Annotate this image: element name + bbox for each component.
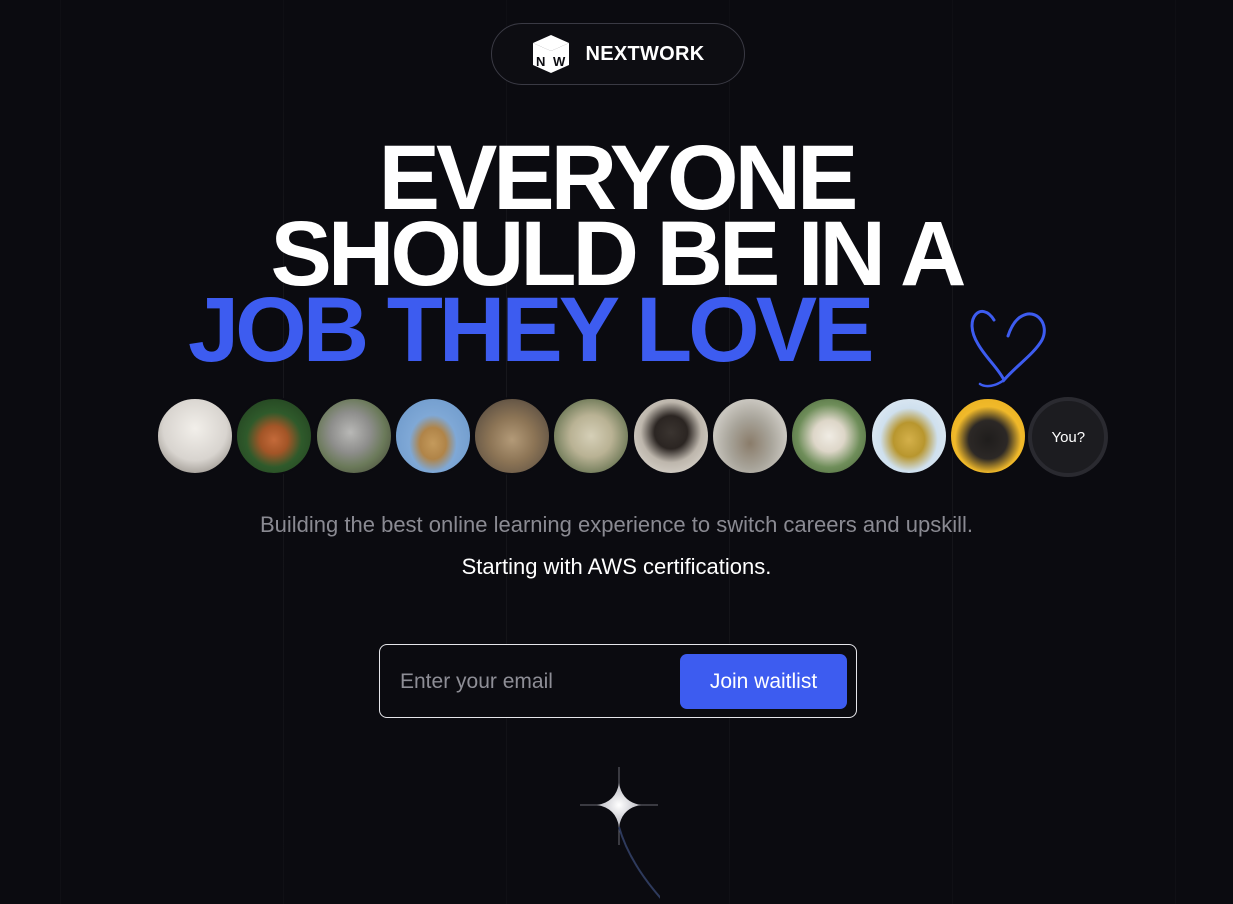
logo-letter-w: W (553, 54, 566, 69)
background-line (60, 0, 61, 904)
community-avatars: You? (156, 397, 1109, 477)
avatar-pineapple (869, 397, 948, 475)
tagline-primary: Building the best online learning experi… (260, 512, 973, 537)
avatar-pug-blanket (552, 397, 631, 475)
logo-letter-n: N (536, 54, 545, 69)
avatar-kitten (473, 397, 552, 475)
avatar-fluffy-dog (156, 397, 234, 475)
avatar-seal (711, 397, 790, 475)
brand-name: NEXTWORK (585, 42, 705, 65)
join-waitlist-button[interactable]: Join waitlist (680, 654, 847, 709)
avatar-pug-glasses (631, 397, 710, 475)
brand-logo-pill[interactable]: N W NEXTWORK (491, 23, 745, 85)
email-input[interactable] (400, 663, 670, 701)
avatar-you-placeholder: You? (1028, 397, 1109, 477)
nextwork-cube-icon: N W (531, 33, 571, 75)
background-line (1175, 0, 1176, 904)
avatar-squirrel (235, 397, 314, 475)
landing-page: N W NEXTWORK EVERYONE SHOULD BE IN A JOB… (0, 0, 1233, 904)
sparkle-icon (580, 767, 660, 899)
avatar-koala (314, 397, 393, 475)
avatar-giraffe (393, 397, 472, 475)
avatar-alpaca (790, 397, 869, 475)
waitlist-form: Join waitlist (379, 644, 857, 718)
heart-outline-icon (970, 310, 1046, 388)
tagline-secondary: Starting with AWS certifications. (461, 554, 772, 579)
avatar-pug-yellow (948, 397, 1027, 475)
